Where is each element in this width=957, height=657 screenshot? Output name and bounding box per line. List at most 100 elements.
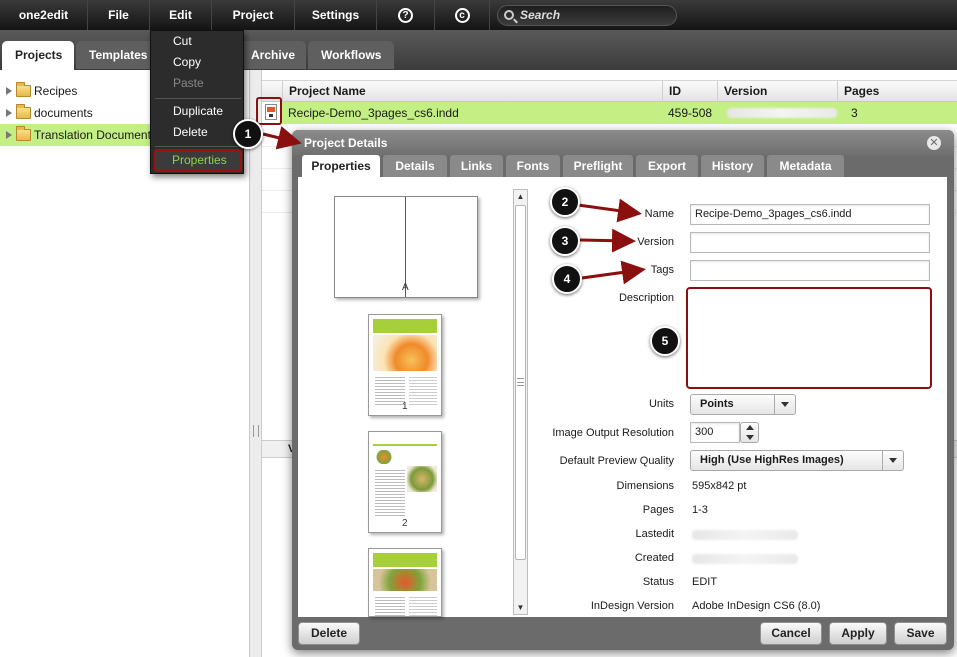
preview-quality-value: High (Use HighRes Images) (700, 454, 844, 466)
menu-settings[interactable]: Settings (295, 0, 377, 30)
status-label: Status (642, 576, 674, 588)
version-label: Version (637, 236, 674, 248)
tags-label: Tags (650, 264, 674, 276)
expand-arrow-icon[interactable] (6, 87, 12, 95)
delete-button[interactable]: Delete (298, 622, 360, 645)
search-icon (504, 10, 514, 20)
scroll-down-arrow-icon[interactable]: ▼ (514, 601, 527, 614)
preview-quality-label: Default Preview Quality (559, 455, 674, 467)
dimensions-label: Dimensions (616, 480, 674, 492)
menu-one2edit[interactable]: one2edit (0, 0, 88, 30)
pages-label: Pages (642, 504, 674, 516)
column-header-id[interactable]: ID (662, 81, 717, 102)
dialog-tab-details[interactable]: Details (383, 155, 447, 177)
units-select[interactable]: Points (690, 394, 796, 415)
scroll-up-arrow-icon[interactable]: ▲ (514, 190, 527, 203)
resolution-stepper[interactable] (740, 422, 759, 443)
tab-workflows[interactable]: Workflows (308, 41, 394, 69)
column-header-version[interactable]: Version (717, 81, 837, 102)
thumbnail-header (373, 553, 437, 567)
column-header-project-name[interactable]: Project Name (282, 81, 662, 102)
description-textarea[interactable] (686, 287, 932, 389)
dialog-tab-metadata[interactable]: Metadata (767, 155, 844, 177)
help-button[interactable]: ? (377, 0, 435, 30)
dialog-tab-fonts[interactable]: Fonts (506, 155, 560, 177)
menu-separator (155, 146, 241, 147)
help-icon: ? (398, 8, 413, 24)
lastedit-value-redacted (692, 530, 798, 540)
created-label: Created (634, 552, 674, 564)
top-menubar: one2edit File Edit Project Settings ? c … (0, 0, 957, 30)
page-thumbnail-1[interactable]: 1 (368, 314, 442, 416)
tags-field[interactable] (690, 260, 930, 281)
menu-edit[interactable]: Edit (150, 0, 212, 30)
callout-1: 1 (233, 119, 263, 149)
tab-archive[interactable]: Archive (238, 41, 306, 69)
dialog-tab-properties[interactable]: Properties (302, 155, 380, 178)
save-button[interactable]: Save (894, 622, 947, 645)
tab-projects[interactable]: Projects (2, 41, 74, 70)
cell-project-name: Recipe-Demo_3pages_cs6.indd (288, 106, 459, 120)
dialog-tab-preflight[interactable]: Preflight (563, 155, 633, 177)
chevron-down-icon (882, 451, 903, 470)
menu-file[interactable]: File (88, 0, 150, 30)
units-value: Points (700, 398, 734, 410)
indesign-version-label: InDesign Version (590, 600, 674, 612)
stepper-up-icon[interactable] (746, 425, 754, 430)
menu-item-delete[interactable]: Delete (151, 122, 245, 143)
thumbnail-text (375, 595, 405, 616)
version-field[interactable] (690, 232, 930, 253)
cell-id: 459-508 (668, 106, 713, 120)
page-thumbnail-2[interactable]: 2 (368, 431, 442, 533)
menu-item-paste: Paste (173, 76, 204, 90)
stepper-down-icon[interactable] (746, 435, 754, 440)
status-value: EDIT (692, 576, 718, 588)
splitter-grip-icon[interactable] (253, 425, 259, 437)
tree-item-label: Translation Documents (34, 128, 157, 142)
menu-item-properties[interactable]: Properties (154, 149, 242, 172)
table-row[interactable]: Recipe-Demo_3pages_cs6.indd 459-508 3 (282, 102, 957, 124)
close-icon[interactable]: ✕ (927, 136, 941, 150)
resolution-input[interactable]: 300 (690, 422, 740, 443)
file-icon-highlight (256, 97, 282, 125)
folder-icon (16, 104, 31, 119)
column-header-pages[interactable]: Pages (837, 81, 957, 102)
dialog-title[interactable]: Project Details (292, 130, 954, 156)
folder-icon (16, 82, 31, 97)
pages-value: 1-3 (692, 504, 708, 516)
preview-quality-select[interactable]: High (Use HighRes Images) (690, 450, 904, 471)
name-field[interactable]: Recipe-Demo_3pages_cs6.indd (690, 204, 930, 225)
search-input[interactable]: Search (497, 5, 677, 26)
menu-item-cut[interactable]: Cut (151, 31, 245, 52)
description-label: Description (618, 292, 674, 304)
units-label: Units (648, 398, 674, 410)
dialog-tab-links[interactable]: Links (450, 155, 503, 177)
cancel-button[interactable]: Cancel (760, 622, 822, 645)
menu-item-copy[interactable]: Copy (151, 52, 245, 73)
thumbnail-image (373, 569, 437, 591)
page-number: 1 (402, 401, 408, 412)
thumbnail-text (409, 595, 437, 616)
expand-arrow-icon[interactable] (6, 131, 12, 139)
name-label: Name (644, 208, 674, 220)
table-header: Project Name ID Version Pages (262, 80, 957, 102)
panel-splitter[interactable] (250, 70, 262, 657)
copyright-icon: c (454, 8, 470, 24)
apply-button[interactable]: Apply (829, 622, 887, 645)
expand-arrow-icon[interactable] (6, 109, 12, 117)
cell-version-redacted (727, 108, 837, 118)
dialog-tab-history[interactable]: History (701, 155, 764, 177)
menu-item-duplicate[interactable]: Duplicate (151, 101, 245, 122)
folder-icon (16, 126, 31, 141)
tab-templates[interactable]: Templates (76, 41, 156, 69)
tree-item-label: documents (34, 106, 93, 120)
dialog-tab-export[interactable]: Export (636, 155, 698, 177)
menu-project[interactable]: Project (212, 0, 295, 30)
dimensions-value: 595x842 pt (692, 480, 747, 492)
about-button[interactable]: c (435, 0, 490, 30)
lastedit-label: Lastedit (635, 528, 674, 540)
page-thumbnail-3[interactable] (368, 548, 442, 617)
search-placeholder: Search (520, 8, 561, 22)
thumbnail-image (407, 466, 437, 492)
callout-5: 5 (650, 326, 680, 356)
